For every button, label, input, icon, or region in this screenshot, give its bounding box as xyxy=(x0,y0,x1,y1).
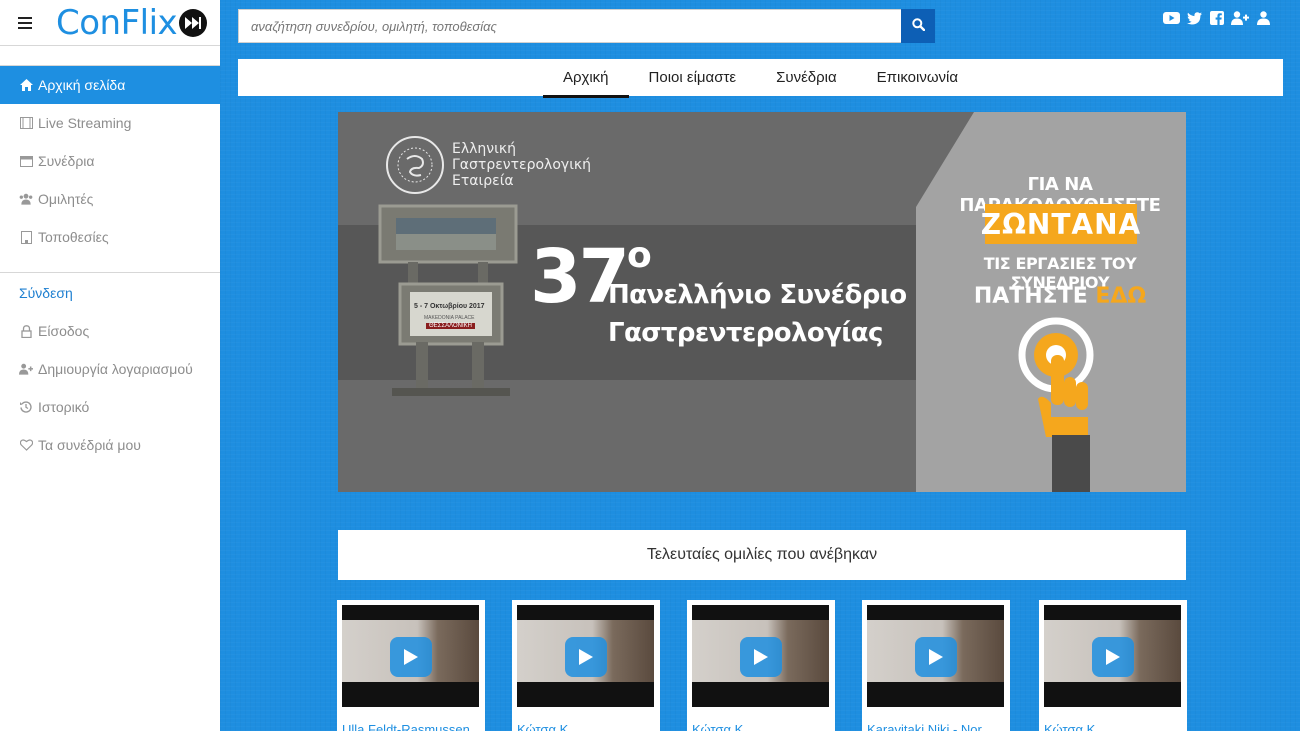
society-seal-icon xyxy=(386,136,444,194)
sidebar-item-register[interactable]: Δημιουργία λογαριασμού xyxy=(0,350,220,388)
search-input[interactable] xyxy=(238,9,901,43)
building-icon xyxy=(19,230,33,244)
heart-icon xyxy=(19,438,33,452)
cta-here: ΕΔΩ xyxy=(1095,284,1147,309)
sign-city: ΘΕΣΣΑΛΟΝΙΚΗ xyxy=(426,323,475,329)
cta-press-here: ΠΑΤΗΣΤΕ ΕΔΩ xyxy=(950,284,1170,309)
sidebar-item-history[interactable]: Ιστορικό xyxy=(0,388,220,426)
account-heading[interactable]: Σύνδεση xyxy=(0,274,220,312)
society-name-line: Ελληνική xyxy=(452,141,516,157)
latest-talks-heading: Τελευταίες ομιλίες που ανέβηκαν xyxy=(338,530,1186,580)
video-thumbnail[interactable] xyxy=(867,605,1004,707)
twitter-icon[interactable] xyxy=(1185,10,1203,26)
video-card[interactable]: Κώτσα Κ. xyxy=(1039,600,1187,731)
society-name-line: Γαστρεντερολογική xyxy=(452,157,592,173)
conference-number-suffix: ο xyxy=(626,235,652,276)
video-card[interactable]: Karavitaki Niki - Nor xyxy=(862,600,1010,731)
sidebar-item-live-streaming[interactable]: Live Streaming xyxy=(0,104,220,142)
cta-press: ΠΑΤΗΣΤΕ xyxy=(973,284,1088,309)
video-title-link[interactable]: Κώτσα Κ. xyxy=(1044,722,1182,731)
conference-title-line2: Γαστρεντερολογίας xyxy=(608,318,883,348)
play-icon[interactable] xyxy=(740,637,782,677)
search-button[interactable] xyxy=(901,9,935,43)
youtube-icon[interactable] xyxy=(1162,10,1180,26)
tab-contact[interactable]: Επικοινωνία xyxy=(857,59,978,96)
video-title-link[interactable]: Κώτσα Κ. xyxy=(692,722,830,731)
cta-live-badge: ΖΩΝΤΑΝΑ xyxy=(981,204,1140,244)
sidebar-item-home[interactable]: Αρχική σελίδα xyxy=(0,66,220,104)
tab-about[interactable]: Ποιοι είμαστε xyxy=(629,59,757,96)
user-icon[interactable] xyxy=(1254,10,1272,26)
search-icon xyxy=(911,18,925,34)
video-card[interactable]: Κώτσα Κ. xyxy=(687,600,835,731)
home-icon xyxy=(19,78,33,92)
video-title-link[interactable]: Ulla Feldt-Rasmussen xyxy=(342,722,480,731)
live-banner[interactable]: Ελληνική Γαστρεντερολογική Εταιρεία 5 - … xyxy=(338,112,1186,492)
social-links xyxy=(1162,10,1272,26)
sidebar-item-locations[interactable]: Τοποθεσίες xyxy=(0,218,220,256)
play-icon[interactable] xyxy=(390,637,432,677)
calendar-icon xyxy=(19,154,33,168)
society-name: Ελληνική Γαστρεντερολογική Εταιρεία xyxy=(452,141,591,189)
tab-home[interactable]: Αρχική xyxy=(542,59,629,98)
conference-title-line1: Πανελλήνιο Συνέδριο xyxy=(608,280,907,310)
sidebar-item-label: Είσοδος xyxy=(38,323,90,339)
society-logo: Ελληνική Γαστρεντερολογική Εταιρεία xyxy=(386,136,591,194)
sidebar-item-label: Αρχική σελίδα xyxy=(38,77,126,93)
main-nav-tabs: Αρχική Ποιοι είμαστε Συνέδρια Επικοινωνί… xyxy=(238,59,1283,98)
brand-bar: ConFlix xyxy=(0,0,220,46)
film-icon xyxy=(19,116,33,130)
sign-dates: 5 - 7 Οκτωβρίου 2017 xyxy=(414,303,485,310)
sidebar-divider xyxy=(0,272,220,273)
facebook-icon[interactable] xyxy=(1208,10,1226,26)
video-thumbnail[interactable] xyxy=(517,605,654,707)
play-icon[interactable] xyxy=(1092,637,1134,677)
sidebar-item-conferences[interactable]: Συνέδρια xyxy=(0,142,220,180)
lock-icon xyxy=(19,324,33,338)
logo-text: ConFlix xyxy=(56,2,178,43)
society-name-line: Εταιρεία xyxy=(452,173,514,189)
video-card[interactable]: Ulla Feldt-Rasmussen xyxy=(337,600,485,731)
sidebar-item-label: Ομιλητές xyxy=(38,191,94,207)
video-thumbnail[interactable] xyxy=(692,605,829,707)
logo[interactable]: ConFlix xyxy=(56,2,208,43)
sidebar-item-label: Δημιουργία λογαριασμού xyxy=(38,361,193,377)
pointer-hand-icon xyxy=(1018,317,1094,492)
sign-venue: MAKEDONIA PALACE xyxy=(424,315,475,321)
sidebar-spacer xyxy=(0,46,220,66)
sidebar-item-label: Live Streaming xyxy=(38,115,132,131)
sidebar-item-label: Συνέδρια xyxy=(38,153,95,169)
sidebar-item-my-conferences[interactable]: Τα συνέδριά μου xyxy=(0,426,220,464)
sidebar-item-login[interactable]: Είσοδος xyxy=(0,312,220,350)
add-user-icon[interactable] xyxy=(1231,10,1249,26)
play-icon[interactable] xyxy=(915,637,957,677)
history-icon xyxy=(19,400,33,414)
users-icon xyxy=(19,192,33,206)
video-thumbnail[interactable] xyxy=(342,605,479,707)
sidebar-item-label: Τοποθεσίες xyxy=(38,229,109,245)
video-thumbnail[interactable] xyxy=(1044,605,1181,707)
fast-forward-icon xyxy=(179,8,208,37)
video-title-link[interactable]: Κώτσα Κ. xyxy=(517,722,655,731)
search-bar xyxy=(238,9,935,43)
sidebar-item-label: Τα συνέδριά μου xyxy=(38,437,141,453)
video-title-link[interactable]: Karavitaki Niki - Nor xyxy=(867,722,1005,731)
sidebar-item-label: Ιστορικό xyxy=(38,399,90,415)
add-user-icon xyxy=(19,362,33,376)
menu-icon[interactable] xyxy=(18,16,32,29)
sidebar: ConFlix Αρχική σελίδα Live Streaming Συν… xyxy=(0,0,220,731)
play-icon[interactable] xyxy=(565,637,607,677)
video-card[interactable]: Κώτσα Κ. xyxy=(512,600,660,731)
sidebar-item-speakers[interactable]: Ομιλητές xyxy=(0,180,220,218)
tab-conferences[interactable]: Συνέδρια xyxy=(756,59,857,96)
